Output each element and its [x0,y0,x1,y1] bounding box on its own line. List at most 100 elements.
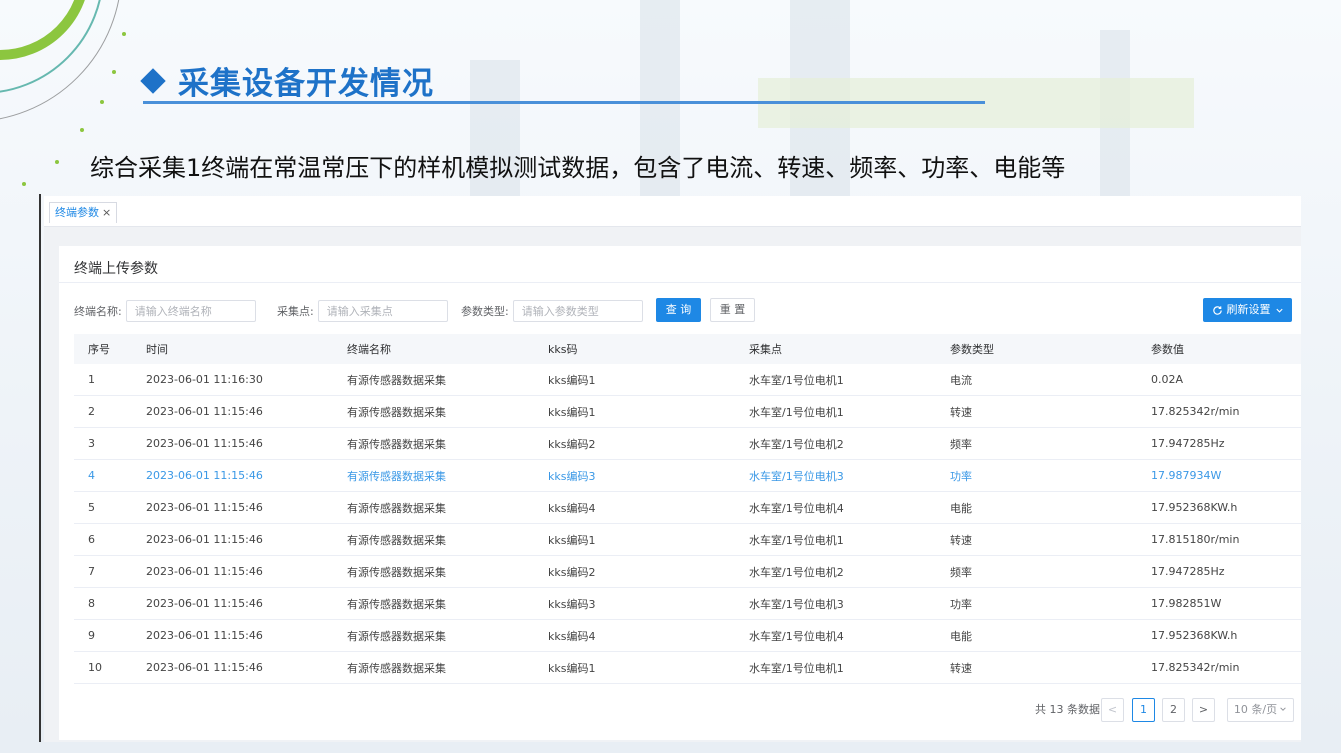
filter-terminal: 终端名称: 请输入终端名称 [74,299,256,323]
query-button[interactable]: 查 询 [656,298,701,322]
cell-collection-point: 水车室/1号位电机2 [735,427,936,460]
table-header-row: 序号 时间 终端名称 kks码 采集点 参数类型 参数值 [74,334,1301,364]
cell-kks-code: kks编码4 [534,619,735,652]
decorative-dot [22,182,26,186]
prev-page-button[interactable]: < [1101,698,1124,722]
cell-param-value: 17.947285Hz [1137,555,1301,588]
decorative-dot [122,32,126,36]
decorative-dot [112,70,116,74]
cell-collection-point: 水车室/1号位电机3 [735,587,936,620]
cell-timestamp: 2023-06-01 11:15:46 [132,523,333,556]
refresh-settings-button[interactable]: 刷新设置 [1203,298,1292,322]
cell-param-type: 功率 [936,459,1137,492]
table-row[interactable]: 7 2023-06-01 11:15:46 有源传感器数据采集 kks编码2 水车室/1… [74,555,1301,588]
cell-param-type: 功率 [936,587,1137,620]
cell-param-type: 频率 [936,555,1137,588]
cell-terminal-name: 有源传感器数据采集 [333,491,534,524]
filter-label: 终端名称: [74,305,122,318]
cell-collection-point: 水车室/1号位电机4 [735,491,936,524]
cell-timestamp: 2023-06-01 11:15:46 [132,395,333,428]
title-underline [143,101,985,104]
cell-collection-point: 水车室/1号位电机1 [735,523,936,556]
header-col-collection-point: 采集点 [735,334,936,364]
cell-terminal-name: 有源传感器数据采集 [333,364,534,396]
param-type-input[interactable]: 请输入参数类型 [512,300,643,322]
table-row[interactable]: 8 2023-06-01 11:15:46 有源传感器数据采集 kks编码3 水车室/1… [74,587,1301,620]
cell-timestamp: 2023-06-01 11:16:30 [132,364,333,396]
decorative-dot [80,128,84,132]
cell-collection-point: 水车室/1号位电机1 [735,364,936,396]
cell-param-type: 转速 [936,395,1137,428]
cell-timestamp: 2023-06-01 11:15:46 [132,619,333,652]
chevron-down-icon [1275,308,1283,313]
reset-button[interactable]: 重 置 [710,298,755,322]
cell-terminal-name: 有源传感器数据采集 [333,619,534,652]
header-col-terminal-name: 终端名称 [333,334,534,364]
slide-subtitle: 综合采集1终端在常温常压下的样机模拟测试数据，包含了电流、转速、频率、功率、电能… [90,154,1066,182]
cell-timestamp: 2023-06-01 11:15:46 [132,587,333,620]
app-window: 终端参数 × 终端上传参数 终端名称: 请输入终端名称 采集点: 请输入采集点 参… [44,196,1301,742]
cell-timestamp: 2023-06-01 11:15:46 [132,459,333,492]
cell-param-value: 0.02A [1137,364,1301,396]
card-title: 终端上传参数 [74,261,158,277]
table-row[interactable]: 4 2023-06-01 11:15:46 有源传感器数据采集 kks编码3 水车室/1… [74,459,1301,492]
cell-row-index: 2 [74,395,132,428]
cell-timestamp: 2023-06-01 11:15:46 [132,651,333,684]
cell-row-index: 3 [74,427,132,460]
cell-collection-point: 水车室/1号位电机2 [735,555,936,588]
cell-timestamp: 2023-06-01 11:15:46 [132,555,333,588]
tab-terminal-params[interactable]: 终端参数 × [49,202,118,223]
pagination: 共 13 条数据 < 1 2 > 10 条/页 [59,698,1301,722]
filter-label: 参数类型: [461,305,509,318]
left-divider [39,194,41,742]
header-col-param-type: 参数类型 [936,334,1137,364]
page-size-value: 10 条/页 [1233,703,1278,716]
params-card: 终端上传参数 终端名称: 请输入终端名称 采集点: 请输入采集点 参数类型: 请… [59,246,1301,740]
cell-param-value: 17.825342r/min [1137,651,1301,684]
cell-param-value: 17.815180r/min [1137,523,1301,556]
cell-terminal-name: 有源传感器数据采集 [333,523,534,556]
cell-row-index: 1 [74,364,132,396]
slide-title: 采集设备开发情况 [140,58,434,103]
divider [59,282,1301,283]
cell-kks-code: kks编码3 [534,587,735,620]
cell-row-index: 10 [74,651,132,684]
tab-label: 终端参数 [55,206,99,219]
table-row[interactable]: 10 2023-06-01 11:15:46 有源传感器数据采集 kks编码1 水车室/… [74,651,1301,684]
cell-row-index: 4 [74,459,132,492]
cell-kks-code: kks编码4 [534,491,735,524]
cell-param-type: 电流 [936,364,1137,396]
chevron-down-icon [1280,707,1286,711]
close-icon[interactable]: × [102,206,111,219]
cell-row-index: 8 [74,587,132,620]
table-row[interactable]: 9 2023-06-01 11:15:46 有源传感器数据采集 kks编码4 水车室/1… [74,619,1301,652]
table-row[interactable]: 2 2023-06-01 11:15:46 有源传感器数据采集 kks编码1 水车室/1… [74,395,1301,428]
table-row[interactable]: 5 2023-06-01 11:15:46 有源传感器数据采集 kks编码4 水车室/1… [74,491,1301,524]
cell-kks-code: kks编码1 [534,651,735,684]
table-row[interactable]: 6 2023-06-01 11:15:46 有源传感器数据采集 kks编码1 水车室/1… [74,523,1301,556]
page-2-button[interactable]: 2 [1162,698,1185,722]
cell-kks-code: kks编码2 [534,555,735,588]
table-row[interactable]: 1 2023-06-01 11:16:30 有源传感器数据采集 kks编码1 水车室/1… [74,364,1301,396]
next-page-button[interactable]: > [1192,698,1215,722]
cell-terminal-name: 有源传感器数据采集 [333,651,534,684]
page-size-select[interactable]: 10 条/页 [1227,698,1294,722]
cell-param-value: 17.982851W [1137,587,1301,620]
terminal-name-input[interactable]: 请输入终端名称 [125,300,256,322]
cell-param-type: 电能 [936,491,1137,524]
cell-param-value: 17.825342r/min [1137,395,1301,428]
cell-row-index: 9 [74,619,132,652]
cell-kks-code: kks编码1 [534,523,735,556]
pagination-total: 共 13 条数据 [1035,703,1100,716]
cell-terminal-name: 有源传感器数据采集 [333,459,534,492]
page-1-button[interactable]: 1 [1132,698,1155,722]
cell-row-index: 5 [74,491,132,524]
params-table: 序号 时间 终端名称 kks码 采集点 参数类型 参数值 1 2023-06-01 11:16… [74,334,1301,684]
cell-param-value: 17.952368KW.h [1137,491,1301,524]
cell-terminal-name: 有源传感器数据采集 [333,427,534,460]
cell-kks-code: kks编码3 [534,459,735,492]
filter-point: 采集点: 请输入采集点 [277,299,448,323]
cell-timestamp: 2023-06-01 11:15:46 [132,427,333,460]
collection-point-input[interactable]: 请输入采集点 [317,300,448,322]
table-row[interactable]: 3 2023-06-01 11:15:46 有源传感器数据采集 kks编码2 水车室/1… [74,427,1301,460]
